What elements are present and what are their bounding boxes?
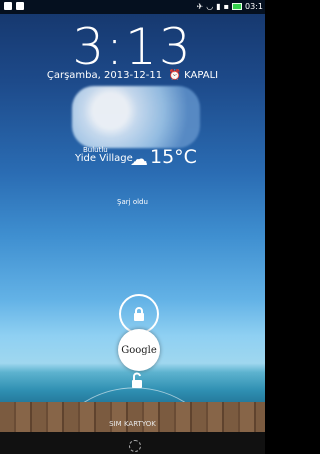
lock-button[interactable]	[119, 294, 159, 334]
unlock-icon[interactable]	[129, 372, 145, 390]
lock-screen: ✈ ◡ ▮ ▪ 03:1 3:13 Çarşamba, 2013-12-11 ⏰…	[0, 0, 265, 454]
google-search-button[interactable]: Google	[118, 329, 160, 371]
home-icon[interactable]	[129, 440, 141, 452]
lock-icon	[134, 307, 144, 321]
sim-status: SIM KARTYOK	[109, 420, 156, 428]
